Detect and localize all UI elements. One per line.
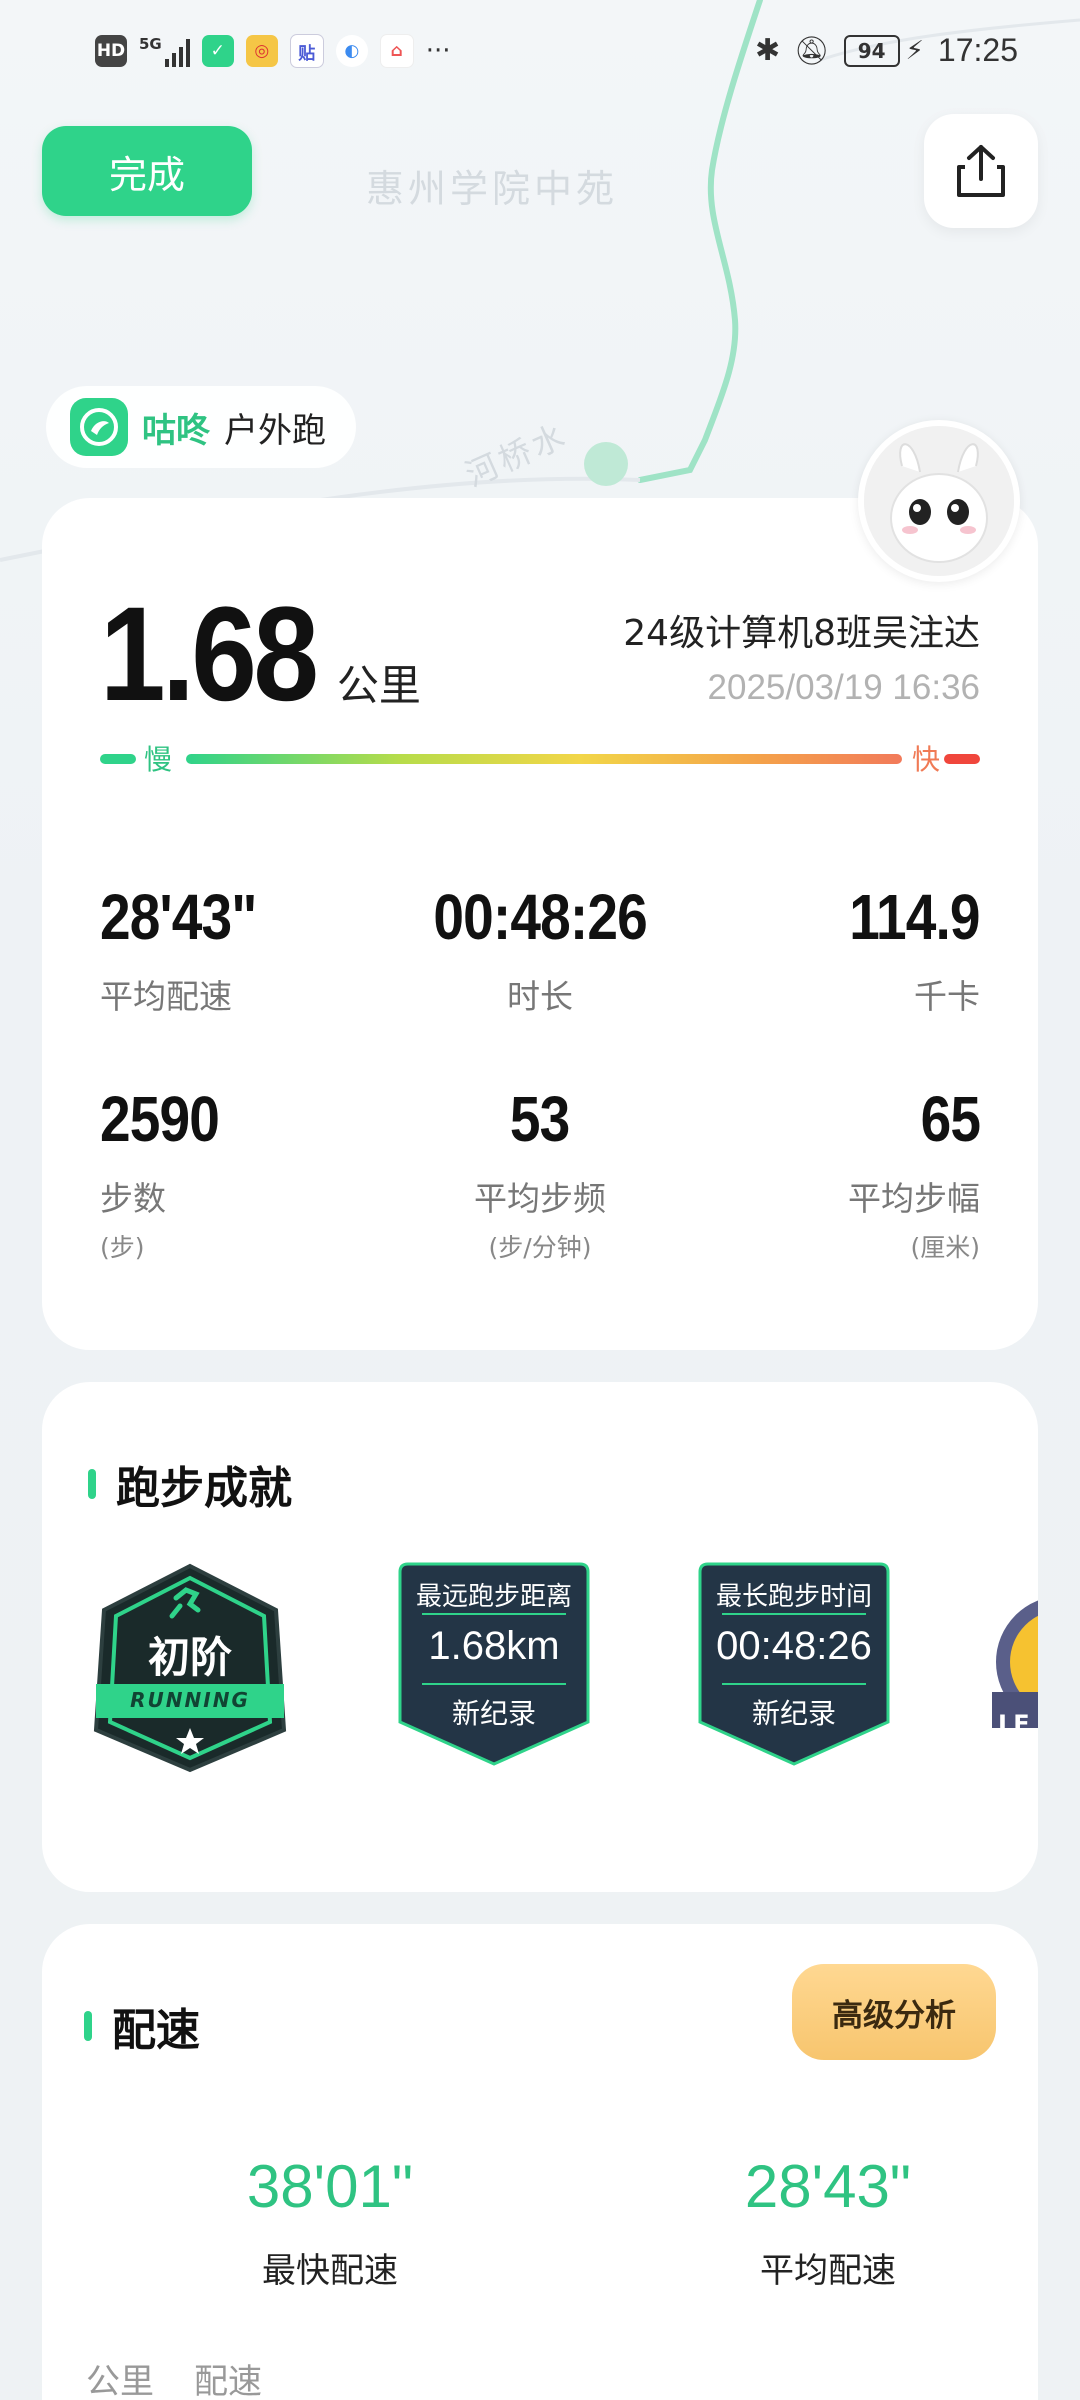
app-name: 咕咚 (142, 410, 210, 451)
battery-icon: 94 (843, 34, 900, 67)
column-pace: 配速 (194, 2362, 262, 2400)
level-badge-peek[interactable]: LE (992, 1572, 1038, 1772)
fastest-pace-label: 最快配速 (262, 2251, 398, 2291)
level-badge-title: 初阶 (147, 1633, 232, 1682)
bluetooth-icon: ✱ (754, 33, 781, 68)
stat-avg-pace: 28'43" 平均配速 (100, 880, 400, 1018)
advanced-analysis-button[interactable]: 高级分析 (792, 1964, 996, 2060)
stat-stride: 65 平均步幅 (厘米) (680, 1082, 981, 1264)
tieba-app-icon: 贴 (289, 34, 324, 68)
charging-icon: ⚡︎ (905, 35, 924, 66)
hd-icon: HD (95, 35, 127, 67)
distance-block: 1.68 公里 (100, 578, 421, 731)
stat-label: 时长 (507, 977, 573, 1016)
achievements-title: 跑步成就 (88, 1452, 292, 1516)
stat-value: 114.9 (849, 881, 981, 953)
activity-source-tag: 咕咚 户外跑 (46, 386, 356, 468)
achievements-title-text: 跑步成就 (116, 1463, 292, 1514)
average-pace: 28'43" 平均配速 (628, 2152, 1028, 2292)
activity-datetime: 2025/03/19 16:36 (707, 668, 980, 707)
stat-duration: 00:48:26 时长 (390, 880, 690, 1018)
status-bar: HD 5G ✓ ◎ 贴 ◐ ⌂ ··· ✱ 🔕︎ 94 ⚡︎ 17:25 (0, 28, 1080, 80)
stat-label: 平均步频 (474, 1179, 606, 1218)
pace-title: 配速 (84, 1994, 200, 2058)
codoon-logo-icon (70, 398, 128, 456)
achievements-card: 跑步成就 初阶 RUNNING 最远跑步距离 1.68km 新纪录 最长跑步时间… (42, 1382, 1038, 1892)
speed-bar-slow-segment (100, 754, 136, 764)
record-tag: 新纪录 (451, 1697, 536, 1730)
fastest-pace-value: 38'01" (246, 2153, 414, 2220)
record-value: 00:48:26 (716, 1624, 872, 1668)
average-pace-value: 28'43" (744, 2153, 912, 2220)
fastest-pace: 38'01" 最快配速 (130, 2152, 530, 2292)
title-accent-bar (88, 1469, 96, 1499)
level-badge-sub: RUNNING (130, 1688, 250, 1712)
5g-label: 5G (139, 35, 162, 53)
pace-title-text: 配速 (112, 2005, 200, 2056)
stat-unit: (步/分钟) (488, 1233, 592, 1262)
summary-card: 1.68 公里 24级计算机8班吴注达 2025/03/19 16:36 慢 快… (42, 498, 1038, 1350)
signal-icon: 5G (139, 35, 190, 67)
avatar-image (864, 426, 1014, 576)
average-pace-label: 平均配速 (760, 2251, 896, 2291)
speed-legend-bar: 慢 快 (100, 738, 980, 778)
done-button[interactable]: 完成 (42, 126, 252, 216)
avatar[interactable] (858, 420, 1020, 582)
column-km: 公里 (86, 2362, 154, 2400)
stat-value: 00:48:26 (433, 881, 647, 953)
title-accent-bar (84, 2011, 92, 2041)
level-badge[interactable]: 初阶 RUNNING (92, 1562, 288, 1778)
record-title: 最远跑步距离 (415, 1582, 572, 1612)
activity-result-screen: 惠州学院中苑 河桥水 HD 5G ✓ ◎ 贴 ◐ ⌂ ··· ✱ 🔕︎ 94 ⚡… (0, 0, 1080, 2400)
achievement-badges: 初阶 RUNNING 最远跑步距离 1.68km 新纪录 最长跑步时间 00:4… (42, 1562, 1038, 1792)
map-label-campus: 惠州学院中苑 (366, 167, 619, 211)
stat-unit: (步) (100, 1233, 145, 1262)
share-button[interactable] (924, 114, 1038, 228)
stat-calories: 114.9 千卡 (680, 880, 981, 1018)
speed-bar-fast-segment (944, 754, 980, 764)
stat-steps: 2590 步数 (步) (100, 1082, 400, 1264)
stat-unit: (厘米) (910, 1233, 980, 1262)
stat-value: 53 (510, 1083, 570, 1155)
stat-value: 2590 (100, 1083, 220, 1155)
stat-label: 平均配速 (100, 977, 232, 1016)
record-title: 最长跑步时间 (715, 1582, 872, 1612)
activity-type: 户外跑 (224, 410, 326, 451)
stat-cadence: 53 平均步频 (步/分钟) (390, 1082, 690, 1264)
browser-app-icon: ◐ (335, 35, 368, 67)
status-right: ✱ 🔕︎ 94 ⚡︎ 17:25 (755, 32, 1018, 69)
distance-unit: 公里 (336, 661, 421, 710)
stat-value: 65 (920, 1083, 980, 1155)
record-badge-longest-time[interactable]: 最长跑步时间 00:48:26 新纪录 (692, 1562, 896, 1766)
stat-label: 平均步幅 (848, 1179, 980, 1218)
record-badge-longest-distance[interactable]: 最远跑步距离 1.68km 新纪录 (392, 1562, 596, 1766)
user-name: 24级计算机8班吴注达 (623, 613, 980, 654)
pace-table-header: 公里 配速 (86, 2354, 262, 2400)
weibo-app-icon: ◎ (245, 35, 278, 67)
record-value: 1.68km (428, 1624, 560, 1668)
home-app-icon: ⌂ (379, 34, 414, 68)
status-left: HD 5G ✓ ◎ 贴 ◐ ⌂ ··· (95, 34, 451, 68)
stat-value: 28'43" (100, 881, 257, 953)
share-icon (957, 145, 1005, 197)
stat-label: 千卡 (914, 977, 980, 1016)
stat-label: 步数 (100, 1179, 166, 1218)
level-badge-peek-text: LE (998, 1710, 1030, 1738)
pace-card: 配速 高级分析 38'01" 最快配速 28'43" 平均配速 公里 配速 (42, 1924, 1038, 2400)
speed-slow-label: 慢 (144, 743, 173, 776)
speed-fast-label: 快 (912, 743, 941, 776)
clock: 17:25 (937, 32, 1018, 68)
codoon-app-icon: ✓ (201, 35, 234, 67)
mute-bell-icon: 🔕︎ (794, 34, 830, 67)
more-icon: ··· (425, 36, 451, 66)
distance-value: 1.68 (100, 580, 319, 729)
record-tag: 新纪录 (751, 1697, 836, 1730)
speed-gradient (186, 754, 902, 764)
